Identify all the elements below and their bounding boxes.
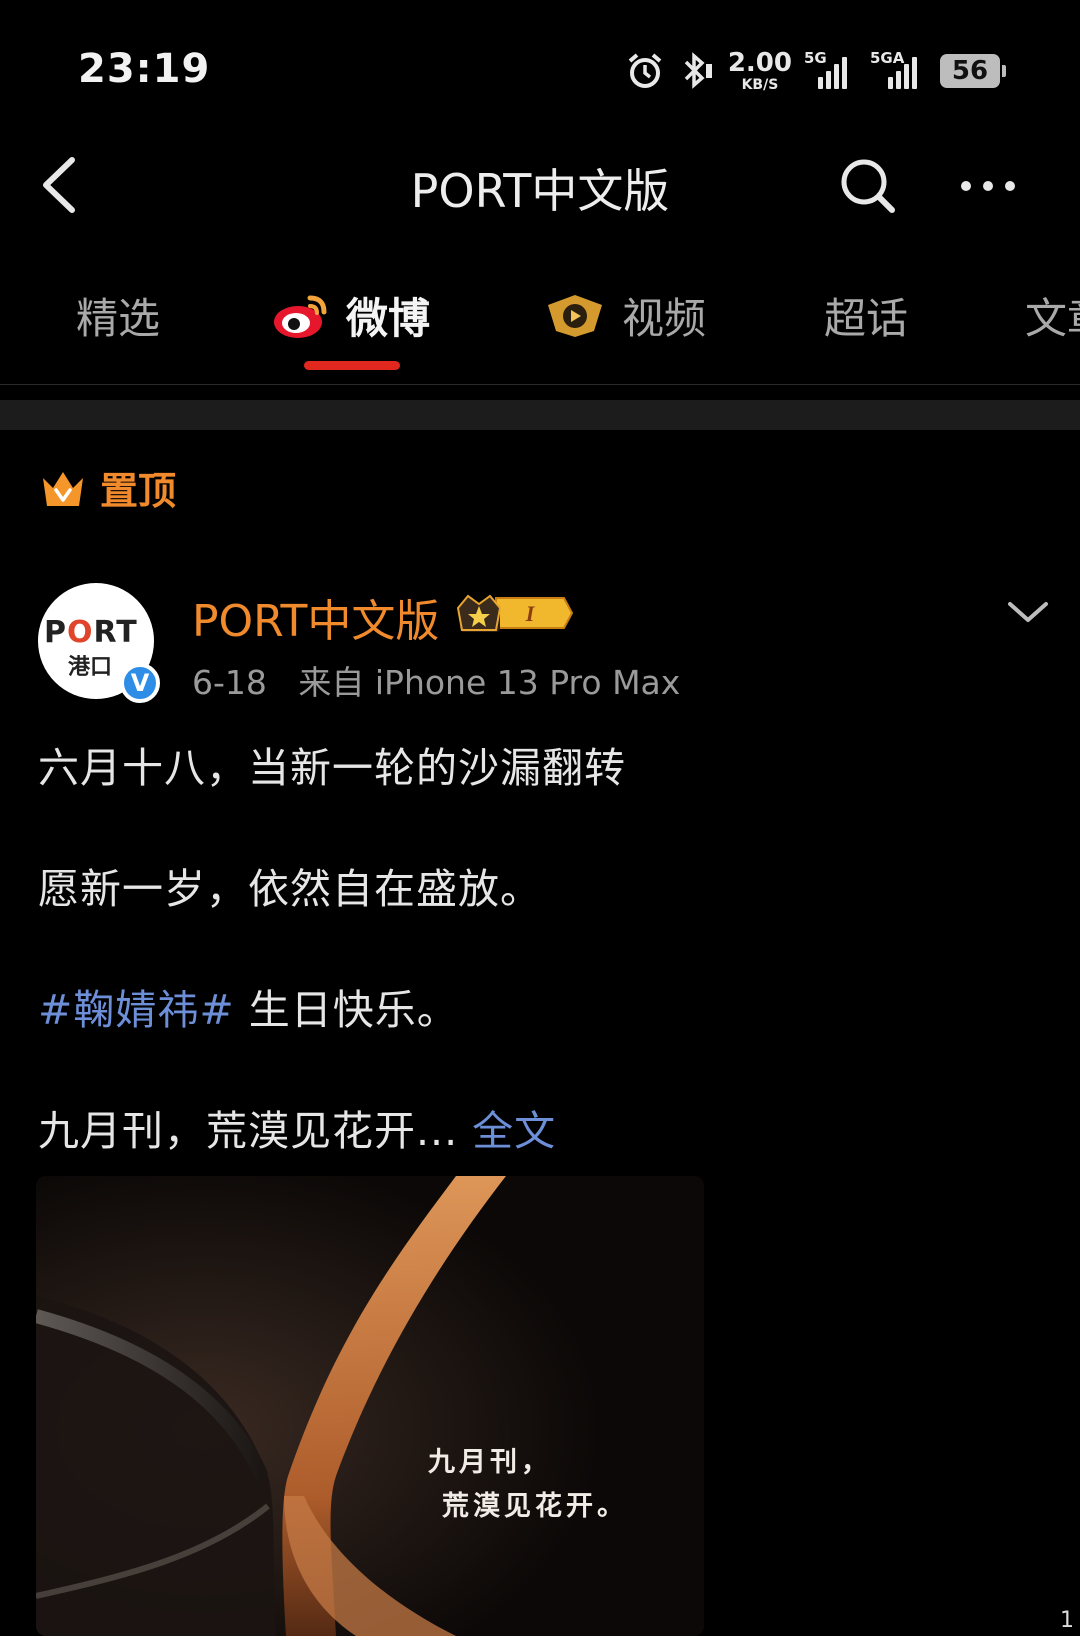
pinned-text: 置顶 <box>100 469 177 513</box>
post-text-line: 愿新一岁，依然自在盛放。 <box>38 865 542 913</box>
tab-label: 文章 <box>1025 293 1080 343</box>
chevron-down-icon[interactable] <box>1006 598 1050 626</box>
status-icons: 2.00 KB/S 5G 5GA 56 <box>626 49 1006 92</box>
signal-sim2-icon: 5GA <box>864 49 926 89</box>
bluetooth-icon <box>684 52 712 89</box>
tab-selected[interactable]: 精选 <box>76 280 160 350</box>
post-date: 6-18 <box>192 663 267 702</box>
more-options-icon[interactable] <box>958 174 1018 198</box>
full-text-link[interactable]: 全文 <box>472 1107 556 1155</box>
battery-indicator: 56 <box>940 54 1006 88</box>
pinned-label-row: 置顶 <box>40 460 176 515</box>
verified-badge-icon: V <box>120 663 160 703</box>
section-separator <box>0 400 1080 430</box>
post-excerpt: 九月刊，荒漠见花开... <box>38 1107 459 1155</box>
tab-super-topic[interactable]: 超话 <box>824 280 908 350</box>
tab-bar: 精选 微博 视频 超话 文章 <box>0 280 1080 380</box>
net-speed-unit: KB/S <box>741 77 779 93</box>
image-caption-line: 九月刊， <box>428 1447 552 1478</box>
avatar[interactable]: PORT 港口 V <box>38 583 160 703</box>
image-page-indicator: 1 <box>1060 1608 1074 1633</box>
tab-weibo[interactable]: 微博 <box>272 280 430 350</box>
post-excerpt-line: 九月刊，荒漠见花开... 全文 <box>38 1097 556 1157</box>
image-caption-line: 荒漠见花开。 <box>442 1491 628 1522</box>
tab-label: 微博 <box>346 293 431 343</box>
divider <box>0 384 1080 385</box>
weibo-logo-icon <box>274 295 327 338</box>
post-text-line: 六月十八，当新一轮的沙漏翻转 <box>38 744 626 792</box>
signal-sim1-icon: 5G <box>804 49 850 89</box>
hourglass-photo <box>36 1176 704 1636</box>
search-icon[interactable] <box>838 156 898 216</box>
tab-articles[interactable]: 文章 <box>1025 280 1080 350</box>
hashtag-link[interactable]: #鞠婧祎# <box>38 986 235 1034</box>
post-image[interactable]: 九月刊， 荒漠见花开。 <box>36 1176 704 1636</box>
video-play-icon <box>548 295 602 337</box>
tab-label: 超话 <box>824 293 909 343</box>
post-source: 来自 iPhone 13 Pro Max <box>298 663 681 702</box>
post-hashtag-line: #鞠婧祎# 生日快乐。 <box>38 976 459 1036</box>
author-name[interactable]: PORT中文版 <box>192 585 439 649</box>
alarm-icon <box>628 53 662 88</box>
tab-label: 精选 <box>76 293 161 343</box>
avatar-logo-text: PORT <box>44 615 138 650</box>
net-speed-value: 2.00 <box>727 48 792 78</box>
crown-icon <box>43 471 83 506</box>
tab-video[interactable]: 视频 <box>544 280 706 350</box>
active-tab-indicator <box>304 361 400 370</box>
page-title: PORT中文版 <box>410 164 670 218</box>
member-crown-badge-icon: I <box>456 594 574 632</box>
net-speed: 2.00 KB/S <box>728 50 792 92</box>
post-text: 生日快乐。 <box>234 986 459 1034</box>
badge-level: I <box>525 601 536 626</box>
post-meta: 6-18 来自 iPhone 13 Pro Max <box>192 656 680 704</box>
avatar-logo-cn: 港口 <box>68 655 113 680</box>
tab-label: 视频 <box>622 293 707 343</box>
status-time: 23:19 <box>78 46 211 92</box>
